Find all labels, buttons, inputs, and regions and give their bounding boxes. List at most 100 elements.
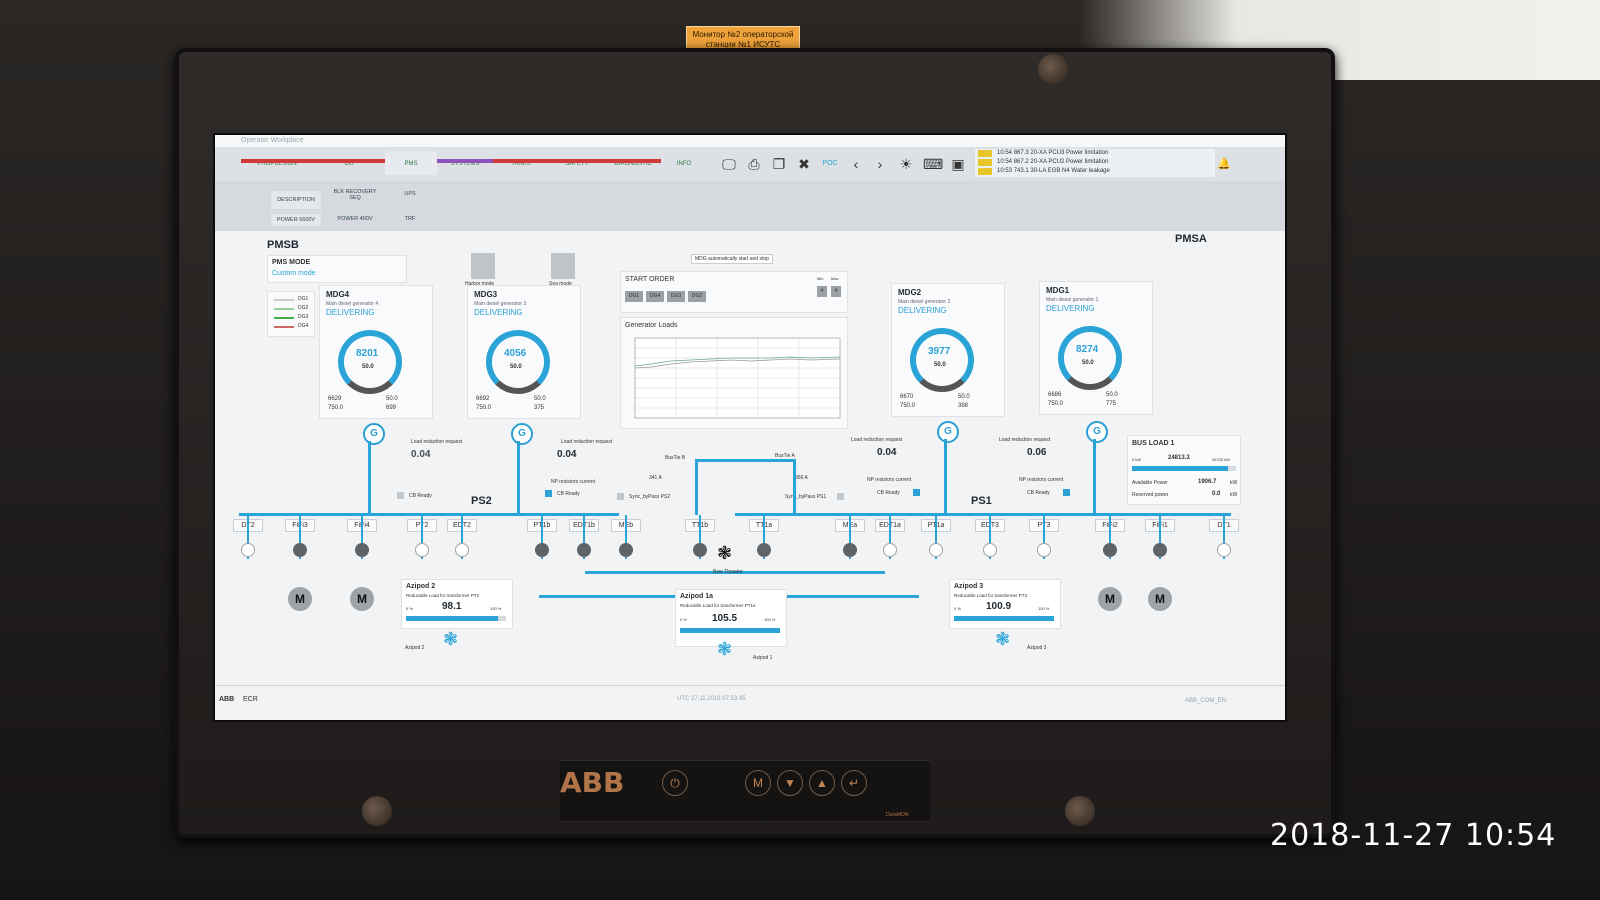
start-order-item[interactable]: DG3 <box>667 291 685 302</box>
forward-icon[interactable]: › <box>871 155 889 173</box>
motor-icon[interactable]: M <box>1098 587 1122 611</box>
bus-load-bar <box>1132 466 1228 471</box>
bell-icon[interactable]: 🔔 <box>1215 155 1233 173</box>
circuit-breaker[interactable] <box>577 543 591 557</box>
screw <box>1065 796 1095 826</box>
propeller-icon[interactable]: ❃ <box>995 629 1010 650</box>
brightness-icon[interactable]: ☀ <box>897 155 915 173</box>
menu-button[interactable]: M <box>745 770 771 796</box>
start-order-item[interactable]: DG1 <box>625 291 643 302</box>
generator-symbol[interactable]: G <box>363 423 385 445</box>
mdg1-panel[interactable]: MDG1 Main diesel generator 1 DELIVERING … <box>1039 281 1153 415</box>
subtab-power-400v[interactable]: POWER 400V <box>330 216 380 222</box>
print-icon[interactable]: ⎙ <box>745 155 763 173</box>
circuit-breaker[interactable] <box>415 543 429 557</box>
circuit-breaker[interactable] <box>757 543 771 557</box>
motor-icon[interactable]: M <box>1148 587 1172 611</box>
start-order-item[interactable]: DG2 <box>688 291 706 302</box>
subtab-description[interactable]: DESCRIPTION <box>271 191 321 209</box>
circuit-breaker[interactable] <box>843 543 857 557</box>
tab-pms[interactable]: PMS <box>385 151 437 175</box>
motor-icon[interactable]: M <box>288 587 312 611</box>
alarm-row[interactable]: 10:53 743.1 30-LA EGB N4 Water leakage <box>975 167 1215 176</box>
poc-button[interactable]: POC <box>821 155 839 173</box>
generator-feeder-line <box>517 441 520 513</box>
circuit-breaker[interactable] <box>619 543 633 557</box>
generator-rpm: 750.0 <box>900 403 916 409</box>
circuit-breaker[interactable] <box>983 543 997 557</box>
alarm-list[interactable]: 10:54 867.3 20-XA PCU3 Power limitation … <box>975 149 1215 177</box>
circuit-breaker[interactable] <box>1153 543 1167 557</box>
propeller-icon[interactable]: ❃ <box>717 639 732 660</box>
alarm-badge <box>978 159 992 166</box>
bow-thruster-icon[interactable]: ❃ <box>717 543 732 564</box>
tab-dg[interactable]: DG <box>313 151 385 175</box>
circuit-breaker[interactable] <box>535 543 549 557</box>
pms-mode-panel[interactable]: PMS MODE Custom mode <box>267 255 407 283</box>
azipod2-panel[interactable]: Azipod 2 Reducable Load for transformer … <box>401 579 513 629</box>
harbor-mode-button[interactable] <box>471 253 495 279</box>
window-titlebar: Operator Workplace <box>215 135 1285 147</box>
tab-safety[interactable]: SAFETY <box>549 151 605 175</box>
screw <box>362 796 392 826</box>
monitor-icon[interactable]: 🖵 <box>720 155 738 173</box>
circuit-breaker[interactable] <box>883 543 897 557</box>
mdg4-panel[interactable]: MDG4 Main diesel generator 4 DELIVERING … <box>319 285 433 419</box>
subtab-blk-recovery[interactable]: BLK RECOVERY SEQ <box>330 189 380 201</box>
window-icon[interactable]: ▣ <box>949 155 967 173</box>
keyboard-icon[interactable]: ⌨ <box>923 155 943 173</box>
azipod-bar <box>680 628 780 633</box>
propeller-icon[interactable]: ❃ <box>443 629 458 650</box>
power-button[interactable]: ⏻ <box>662 770 688 796</box>
generator-voltage: 6692 <box>476 396 490 402</box>
motor-icon[interactable]: M <box>350 587 374 611</box>
generator-desc: Main diesel generator 4 <box>326 301 379 307</box>
subtab-ups[interactable]: UPS <box>395 191 425 197</box>
circuit-breaker[interactable] <box>929 543 943 557</box>
tab-tanks[interactable]: TANKS <box>493 151 549 175</box>
alarm-row[interactable]: 10:54 867.2 20-XA PCU2 Power limitation <box>975 158 1215 167</box>
circuit-breaker[interactable] <box>1037 543 1051 557</box>
tab-diagnostic[interactable]: DIAGNOSTIC <box>605 151 661 175</box>
abb-logo: ABB <box>560 766 625 799</box>
mdg3-panel[interactable]: MDG3 Main diesel generator 3 DELIVERING … <box>467 285 581 419</box>
sea-mode-button[interactable] <box>551 253 575 279</box>
unit-label: kW <box>1230 492 1238 498</box>
tab-alarm-indicator <box>493 159 661 163</box>
bus-load-min: 0 kW <box>1132 457 1142 462</box>
back-icon[interactable]: ‹ <box>847 155 865 173</box>
tab-info[interactable]: INFO <box>661 151 707 175</box>
enter-button[interactable]: ↵ <box>841 770 867 796</box>
generator-name: MDG4 <box>326 290 350 299</box>
generator-symbol[interactable]: G <box>1086 421 1108 443</box>
azipod3-panel[interactable]: Azipod 3 Reducable Load for transformer … <box>949 579 1061 629</box>
circuit-breaker[interactable] <box>355 543 369 557</box>
tab-systems[interactable]: SYSTEMS <box>437 151 493 175</box>
start-order-item[interactable]: DG4 <box>646 291 664 302</box>
circuit-breaker[interactable] <box>1217 543 1231 557</box>
alarm-row[interactable]: 10:54 867.3 20-XA PCU3 Power limitation <box>975 149 1215 158</box>
circuit-breaker[interactable] <box>241 543 255 557</box>
subtab-trf[interactable]: TRF <box>395 216 425 222</box>
generator-kw: 8201 <box>356 348 379 359</box>
generator-symbol[interactable]: G <box>937 421 959 443</box>
tab-propulsion[interactable]: PROPULSION <box>241 151 313 175</box>
generator-name: MDG2 <box>898 288 922 297</box>
azipod-max: 100 % <box>764 617 776 622</box>
circuit-breaker[interactable] <box>293 543 307 557</box>
circuit-breaker[interactable] <box>1103 543 1117 557</box>
mdg2-panel[interactable]: MDG2 Main diesel generator 2 DELIVERING … <box>891 283 1005 417</box>
circuit-breaker[interactable] <box>693 543 707 557</box>
copy-icon[interactable]: ❐ <box>770 155 788 173</box>
bustie-line <box>793 459 796 515</box>
azipod-value: 98.1 <box>442 601 462 612</box>
generator-feeder-line <box>944 439 947 513</box>
min-count[interactable]: 4 <box>817 286 827 297</box>
generator-symbol[interactable]: G <box>511 423 533 445</box>
mute-icon[interactable]: ✖ <box>795 155 813 173</box>
subtab-power-6600v[interactable]: POWER 6600V <box>271 214 321 226</box>
circuit-breaker[interactable] <box>455 543 469 557</box>
up-button[interactable]: ▲ <box>809 770 835 796</box>
down-button[interactable]: ▼ <box>777 770 803 796</box>
max-count[interactable]: 4 <box>831 286 841 297</box>
